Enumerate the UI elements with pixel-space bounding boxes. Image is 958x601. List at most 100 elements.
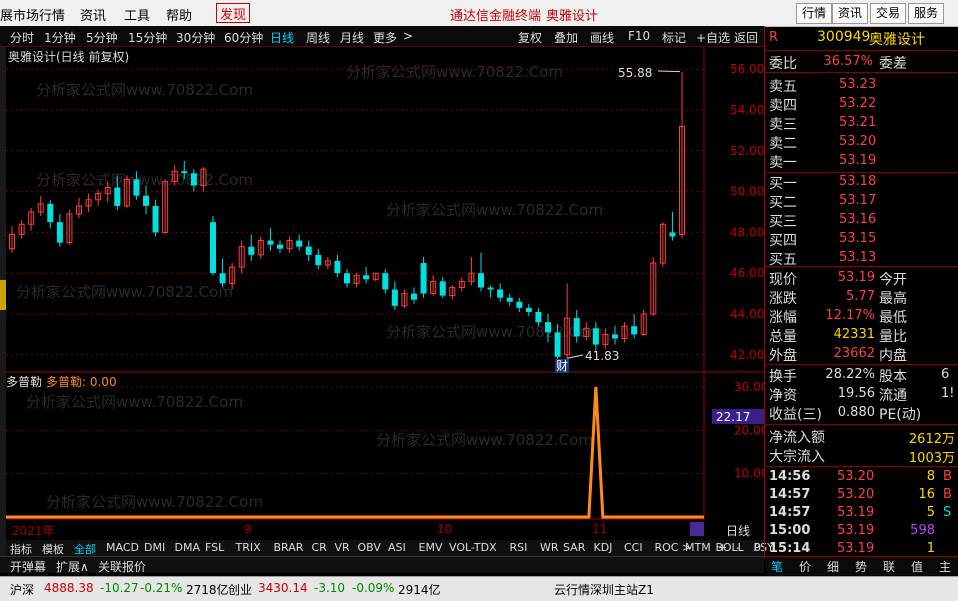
stat-label: 收益(三) xyxy=(769,407,822,423)
candle-body xyxy=(487,287,494,290)
danmu-button[interactable]: 开弹幕 xyxy=(10,558,46,575)
indicator-tab-dmi[interactable]: DMI xyxy=(144,541,165,554)
period-daily[interactable]: 日线 xyxy=(270,29,294,46)
indicator-tab-sar[interactable]: SAR xyxy=(563,541,585,554)
indicator-tab-macd[interactable]: MACD xyxy=(106,541,139,554)
candle-body xyxy=(497,289,504,298)
candle-body xyxy=(592,328,599,345)
zoom-reset-button[interactable]: 0 xyxy=(754,541,761,554)
add-favorite-button[interactable]: +自选 xyxy=(696,29,730,46)
period-weekly[interactable]: 周线 xyxy=(306,29,330,46)
indicator-tab-rsi[interactable]: RSI xyxy=(510,541,528,554)
r-mark: R xyxy=(769,30,779,45)
back-button[interactable]: 返回 xyxy=(734,29,758,46)
tick-price: 53.20 xyxy=(837,487,875,502)
mark-button[interactable]: 标记 xyxy=(662,29,686,46)
chevron-right-icon[interactable]: > xyxy=(682,541,691,554)
indicator-tab-brar[interactable]: BRAR xyxy=(274,541,304,554)
indicator-tab-vr[interactable]: VR xyxy=(335,541,350,554)
kline-chart[interactable]: 分析家公式网www.70822.Com 分析家公式网www.70822.Com … xyxy=(6,47,764,520)
candle-body xyxy=(47,203,54,223)
chevron-right-icon[interactable]: > xyxy=(403,29,413,43)
flow-label: 净流入额 xyxy=(769,430,825,446)
quote-button[interactable]: 行情 xyxy=(796,3,833,24)
sh-index-change: -10.27 xyxy=(100,581,139,595)
indicator-tab-指标[interactable]: 指标 xyxy=(10,541,32,557)
ask-price: 53.22 xyxy=(839,96,877,111)
draw-line-button[interactable]: 画线 xyxy=(590,29,614,46)
panel-tabs: 笔价细势联值主 xyxy=(765,556,958,575)
panel-tab-2[interactable]: 细 xyxy=(827,558,839,575)
date-label-oct: 10 xyxy=(437,522,453,536)
indicator-tab-kdj[interactable]: KDJ xyxy=(594,541,613,554)
candle-body xyxy=(439,281,446,296)
fuquan-button[interactable]: 复权 xyxy=(518,29,542,46)
period-fenshi[interactable]: 分时 xyxy=(10,29,34,46)
candle-body xyxy=(181,171,188,174)
expand-button[interactable]: 扩展∧ xyxy=(56,558,89,575)
tick-volume: 16 xyxy=(918,487,935,502)
quote-value: 12.17% xyxy=(825,308,875,323)
scroll-marker[interactable] xyxy=(690,522,704,536)
trade-button[interactable]: 交易 xyxy=(870,3,907,24)
indicator-name[interactable]: 多普勒 xyxy=(6,375,42,389)
candle-body xyxy=(420,263,427,294)
indicator-tab-roc[interactable]: ROC xyxy=(655,541,679,554)
flow-value: 2612万 xyxy=(908,432,955,447)
indicator-tab-obv[interactable]: OBV xyxy=(358,541,381,554)
zoom-in-button[interactable]: + xyxy=(718,541,727,554)
period-15min[interactable]: 15分钟 xyxy=(128,29,167,46)
period-more[interactable]: 更多 xyxy=(373,29,397,46)
f10-button[interactable]: F10 xyxy=(628,29,650,43)
bid-price: 53.17 xyxy=(839,193,877,208)
indicator-tab-asi[interactable]: ASI xyxy=(388,541,406,554)
quote-label: 最高 xyxy=(879,291,907,307)
price-tick-label: 54.00 xyxy=(730,103,764,117)
related-quote-button[interactable]: 关联报价 xyxy=(98,558,146,575)
menu-help[interactable]: 帮助 xyxy=(166,5,192,24)
bid-level-label: 买三 xyxy=(769,214,797,230)
menu-tools[interactable]: 工具 xyxy=(124,5,150,24)
period-1min[interactable]: 1分钟 xyxy=(44,29,76,46)
status-bar: 沪深 4888.38 -10.27 -0.21% 2718亿 创业 3430.1… xyxy=(0,576,958,601)
panel-tab-3[interactable]: 势 xyxy=(855,558,867,575)
overlay-button[interactable]: 叠加 xyxy=(554,29,578,46)
indicator-tab-vol-tdx[interactable]: VOL-TDX xyxy=(449,541,497,554)
panel-tab-1[interactable]: 价 xyxy=(799,558,811,575)
indicator-tab-fsl[interactable]: FSL xyxy=(205,541,224,554)
period-30min[interactable]: 30分钟 xyxy=(176,29,215,46)
panel-tab-0[interactable]: 笔 xyxy=(771,558,783,575)
zoom-out-button[interactable]: - xyxy=(736,541,740,554)
candle-body xyxy=(296,240,303,247)
menu-market[interactable]: 展市场行情 xyxy=(0,5,65,24)
panel-tab-5[interactable]: 值 xyxy=(911,558,923,575)
cy-index-label: 创业 xyxy=(228,583,253,597)
indicator-tab-emv[interactable]: EMV xyxy=(419,541,443,554)
news-button[interactable]: 资讯 xyxy=(832,3,869,24)
indicator-tab-全部[interactable]: 全部 xyxy=(74,541,96,557)
period-monthly[interactable]: 月线 xyxy=(340,29,364,46)
ask-level-label: 卖一 xyxy=(769,155,797,171)
app-title: 通达信金融终端 xyxy=(450,9,542,24)
service-button[interactable]: 服务 xyxy=(908,3,945,24)
ask-price: 53.19 xyxy=(839,153,877,168)
period-bar: 分时 1分钟 5分钟 15分钟 30分钟 60分钟 日线 周线 月线 更多 > … xyxy=(0,26,764,47)
candle-body xyxy=(210,222,216,274)
menu-news[interactable]: 资讯 xyxy=(80,5,106,24)
stock-name: 奥雅设计 xyxy=(869,32,925,48)
period-60min[interactable]: 60分钟 xyxy=(224,29,263,46)
period-5min[interactable]: 5分钟 xyxy=(86,29,118,46)
panel-tab-6[interactable]: 主 xyxy=(939,558,951,575)
indicator-tab-cr[interactable]: CR xyxy=(312,541,327,554)
candle-body xyxy=(344,273,350,284)
server-name[interactable]: 云行情深圳主站Z1 xyxy=(554,581,654,598)
cy-amount: 2914亿 xyxy=(398,583,441,597)
quote-label: 涨幅 xyxy=(769,310,797,326)
menu-discover[interactable]: 发现 xyxy=(216,3,251,23)
indicator-tab-trix[interactable]: TRIX xyxy=(236,541,261,554)
panel-tab-4[interactable]: 联 xyxy=(883,558,895,575)
indicator-tab-dma[interactable]: DMA xyxy=(175,541,201,554)
indicator-tab-cci[interactable]: CCI xyxy=(624,541,643,554)
indicator-tab-wr[interactable]: WR xyxy=(540,541,559,554)
indicator-tab-模板[interactable]: 模板 xyxy=(42,541,64,557)
